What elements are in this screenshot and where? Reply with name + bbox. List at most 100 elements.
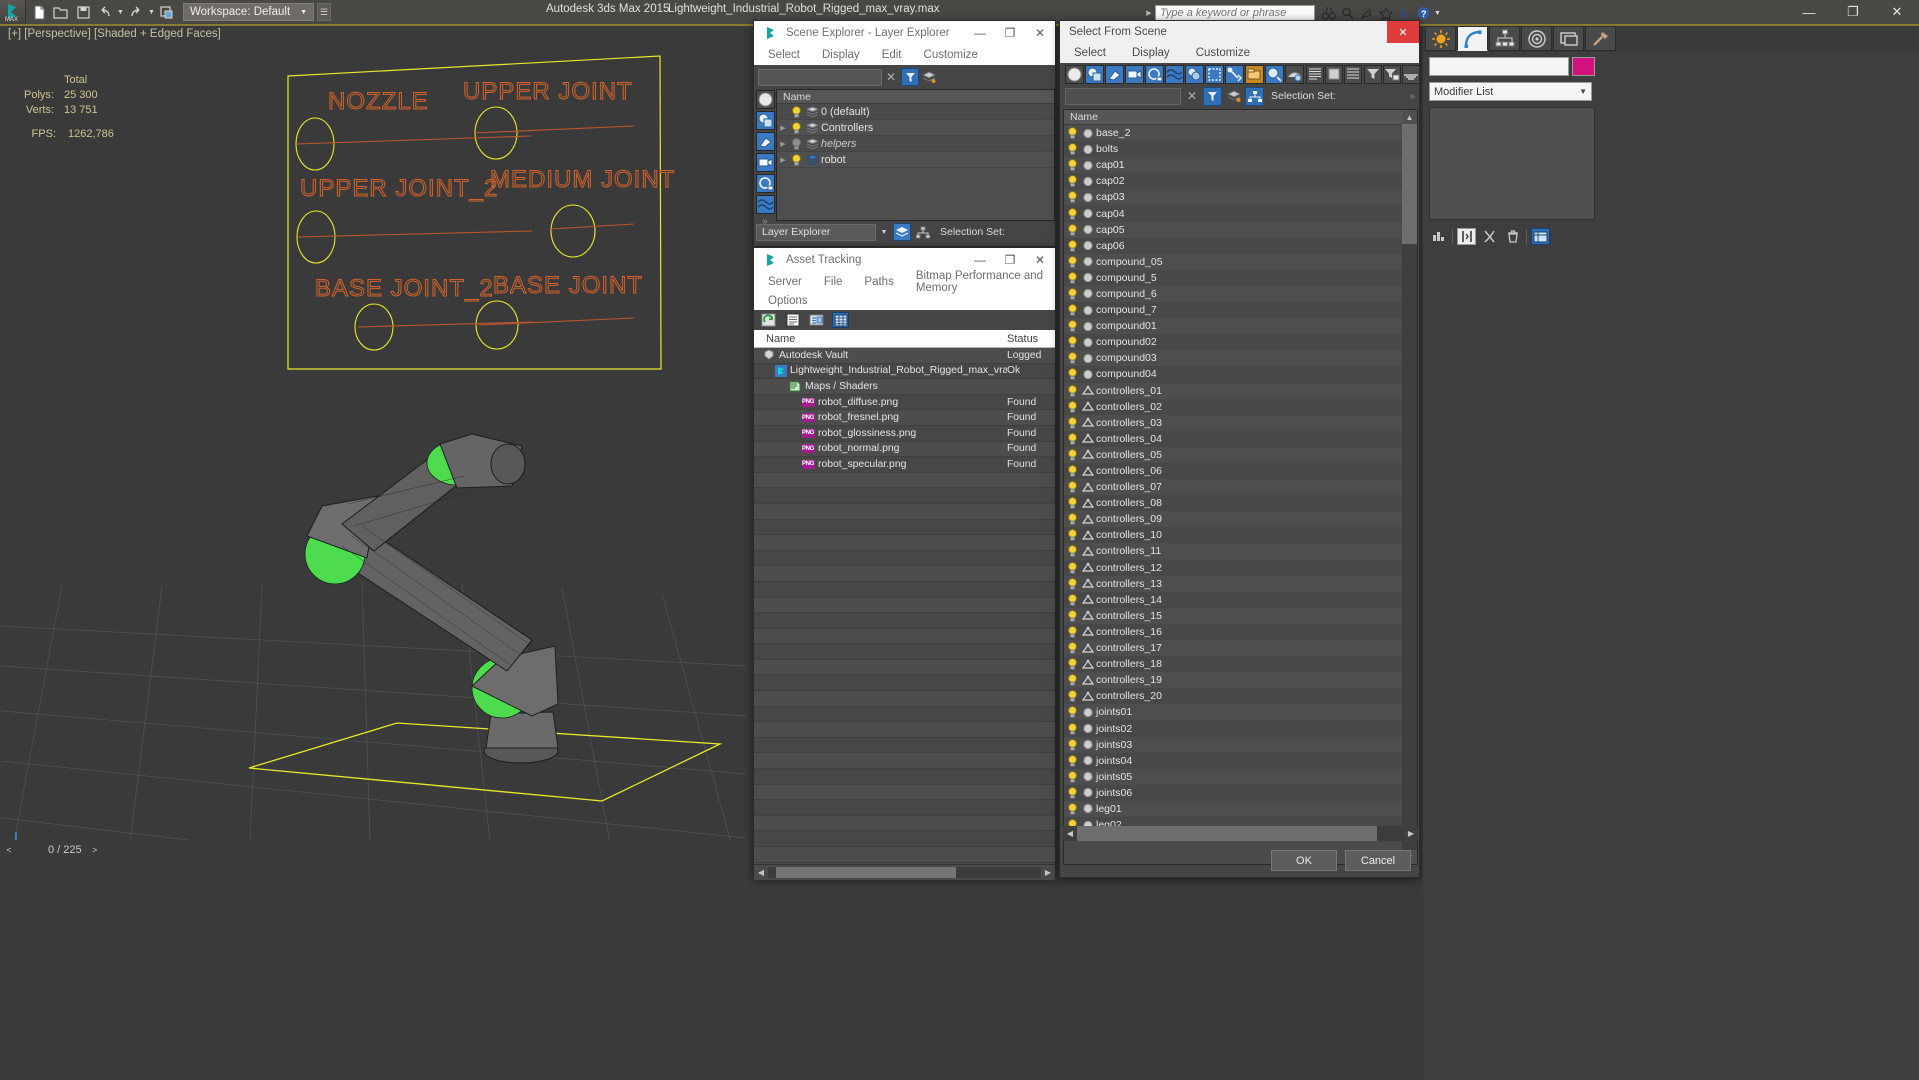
workspace-overflow-button[interactable]: ☰ — [317, 3, 332, 21]
object-visibility-bulb-icon[interactable] — [1064, 271, 1080, 284]
scene-object-row[interactable]: controllers_11 — [1064, 543, 1402, 560]
asset-menu-file[interactable]: File — [824, 276, 843, 288]
scene-object-row[interactable]: controllers_19 — [1064, 672, 1402, 689]
asset-menu-bitmap[interactable]: Bitmap Performance and Memory — [916, 270, 1055, 294]
refresh-icon[interactable] — [760, 312, 777, 328]
scene-object-row[interactable]: compound04 — [1064, 366, 1402, 383]
scene-object-row[interactable]: controllers_16 — [1064, 623, 1402, 640]
asset-hscroll-track[interactable] — [768, 867, 1041, 878]
cancel-button[interactable]: Cancel — [1345, 850, 1411, 871]
motion-tab[interactable] — [1521, 26, 1552, 51]
modify-tab[interactable] — [1457, 26, 1488, 51]
object-visibility-bulb-icon[interactable] — [1064, 497, 1080, 509]
object-visibility-bulb-icon[interactable] — [1064, 143, 1080, 155]
object-visibility-bulb-icon[interactable] — [1064, 207, 1080, 220]
sfs-filter-containers-icon[interactable] — [1245, 64, 1264, 84]
expand-arrow-icon[interactable]: ▶ — [777, 140, 789, 148]
filter-lights-icon[interactable] — [755, 132, 775, 151]
object-visibility-bulb-icon[interactable] — [1064, 175, 1080, 188]
object-visibility-bulb-icon[interactable] — [1064, 400, 1080, 413]
asset-row[interactable]: PNG robot_specular.png Found — [754, 457, 1055, 473]
object-visibility-bulb-icon[interactable] — [1064, 642, 1080, 654]
sfs-clear-find-icon[interactable]: ✕ — [1183, 89, 1201, 103]
new-file-icon[interactable] — [28, 1, 50, 23]
object-visibility-bulb-icon[interactable] — [1064, 352, 1080, 365]
sfs-filter-funnel-icon[interactable] — [1364, 64, 1382, 84]
filter-cameras-icon[interactable] — [755, 153, 775, 172]
asset-tracking-minimize[interactable]: — — [965, 248, 995, 272]
asset-tracking-dialog[interactable]: Asset Tracking — ❐ ✕ Server File Paths B… — [753, 247, 1056, 880]
sfs-selection-filter-icon[interactable] — [1203, 86, 1222, 106]
scene-explorer-dialog[interactable]: Scene Explorer - Layer Explorer — ❐ ✕ Se… — [753, 20, 1056, 247]
details-view-icon[interactable] — [808, 312, 825, 328]
sfs-overflow-icon[interactable]: » — [1409, 91, 1415, 102]
sfs-menu-customize[interactable]: Customize — [1196, 47, 1250, 59]
layer-row[interactable]: ▶ robot — [777, 152, 1054, 168]
undo-icon[interactable] — [94, 1, 116, 23]
object-visibility-bulb-icon[interactable] — [1064, 320, 1080, 332]
object-visibility-bulb-icon[interactable] — [1064, 545, 1080, 558]
layer-row[interactable]: 0 (default) — [777, 104, 1054, 120]
sfs-filter-hidden-icon[interactable] — [1285, 64, 1304, 84]
asset-tracking-list[interactable]: Autodesk Vault Logged Lightweight_Industri… — [754, 348, 1055, 864]
scene-object-row[interactable]: base_2 — [1064, 125, 1402, 142]
asset-tracking-maximize[interactable]: ❐ — [995, 248, 1025, 272]
sfs-menu-display[interactable]: Display — [1132, 47, 1170, 59]
sfs-filter-shapes-icon[interactable] — [1085, 64, 1104, 84]
3dsmax-logo-icon[interactable]: MAX — [0, 0, 26, 24]
open-file-icon[interactable] — [50, 1, 72, 23]
remove-modifier-icon[interactable] — [1503, 228, 1522, 245]
sfs-hscroll-left-icon[interactable]: ◀ — [1063, 829, 1077, 838]
sfs-hierarchy-icon[interactable] — [1245, 86, 1264, 106]
object-visibility-bulb-icon[interactable] — [1064, 625, 1080, 638]
asset-hscroll-left-icon[interactable]: ◀ — [754, 868, 768, 877]
scene-explorer-menu-customize[interactable]: Customize — [924, 49, 978, 61]
sfs-filter-bones-icon[interactable] — [1225, 64, 1244, 84]
object-visibility-bulb-icon[interactable] — [1064, 706, 1080, 719]
layers-stack-icon[interactable] — [920, 68, 938, 86]
sfs-filter-geometry-icon[interactable] — [1065, 64, 1084, 84]
sfs-filter-lights-icon[interactable] — [1105, 64, 1124, 84]
scene-explorer-menu-select[interactable]: Select — [768, 49, 800, 61]
object-visibility-bulb-icon[interactable] — [1064, 191, 1080, 204]
asset-menu-options[interactable]: Options — [768, 295, 808, 307]
select-from-scene-list-container[interactable]: Name base_2 bolts cap01 cap02 cap03 cap04 cap0… — [1063, 109, 1418, 865]
object-visibility-bulb-icon[interactable] — [1064, 287, 1080, 300]
scene-object-row[interactable]: cap02 — [1064, 173, 1402, 190]
layer-visibility-bulb-icon[interactable] — [789, 153, 804, 166]
modifier-list-dropdown[interactable]: Modifier List ▼ — [1429, 82, 1592, 101]
object-visibility-bulb-icon[interactable] — [1064, 593, 1080, 606]
scene-object-row[interactable]: controllers_02 — [1064, 398, 1402, 415]
display-tab[interactable] — [1553, 26, 1584, 51]
scene-explorer-find-input[interactable] — [758, 68, 882, 86]
object-visibility-bulb-icon[interactable] — [1064, 674, 1080, 686]
undo-dropdown-caret-icon[interactable]: ▼ — [116, 1, 125, 23]
scene-object-row[interactable]: cap01 — [1064, 157, 1402, 174]
expand-arrow-icon[interactable]: ▶ — [777, 124, 789, 132]
sfs-vscrollbar[interactable]: ▲ ▼ — [1402, 110, 1417, 864]
scene-object-row[interactable]: leg01 — [1064, 800, 1402, 818]
sfs-filter-advanced-icon[interactable] — [1383, 64, 1401, 84]
filter-helpers-icon[interactable] — [755, 174, 775, 193]
object-visibility-bulb-icon[interactable] — [1064, 368, 1080, 381]
object-visibility-bulb-icon[interactable] — [1064, 336, 1080, 348]
sfs-hscroll-right-icon[interactable]: ▶ — [1404, 829, 1418, 838]
show-end-result-icon[interactable] — [1457, 228, 1476, 245]
scene-object-row[interactable]: compound_6 — [1064, 285, 1402, 303]
scene-object-row[interactable]: joints03 — [1064, 736, 1402, 753]
sfs-display-column-icon[interactable] — [1325, 64, 1343, 84]
object-visibility-bulb-icon[interactable] — [1064, 384, 1080, 397]
project-folder-icon[interactable] — [156, 1, 178, 23]
sfs-filter-xrefs-icon[interactable] — [1205, 64, 1224, 84]
scene-object-row[interactable]: compound_05 — [1064, 253, 1402, 270]
sfs-display-detail-icon[interactable] — [1344, 64, 1362, 84]
perspective-viewport[interactable]: [+] [Perspective] [Shaded + Edged Faces]… — [2, 26, 746, 860]
scene-object-row[interactable]: controllers_14 — [1064, 591, 1402, 608]
timeline-prev-icon[interactable]: < — [2, 842, 16, 858]
layer-row[interactable]: ▶ helpers — [777, 136, 1054, 152]
toggle-layer-mode-icon[interactable] — [893, 223, 911, 241]
object-visibility-bulb-icon[interactable] — [1064, 481, 1080, 493]
sfs-menu-select[interactable]: Select — [1074, 47, 1106, 59]
select-from-scene-dialog[interactable]: Select From Scene ✕ Select Display Custo… — [1059, 20, 1420, 878]
object-visibility-bulb-icon[interactable] — [1064, 239, 1080, 252]
